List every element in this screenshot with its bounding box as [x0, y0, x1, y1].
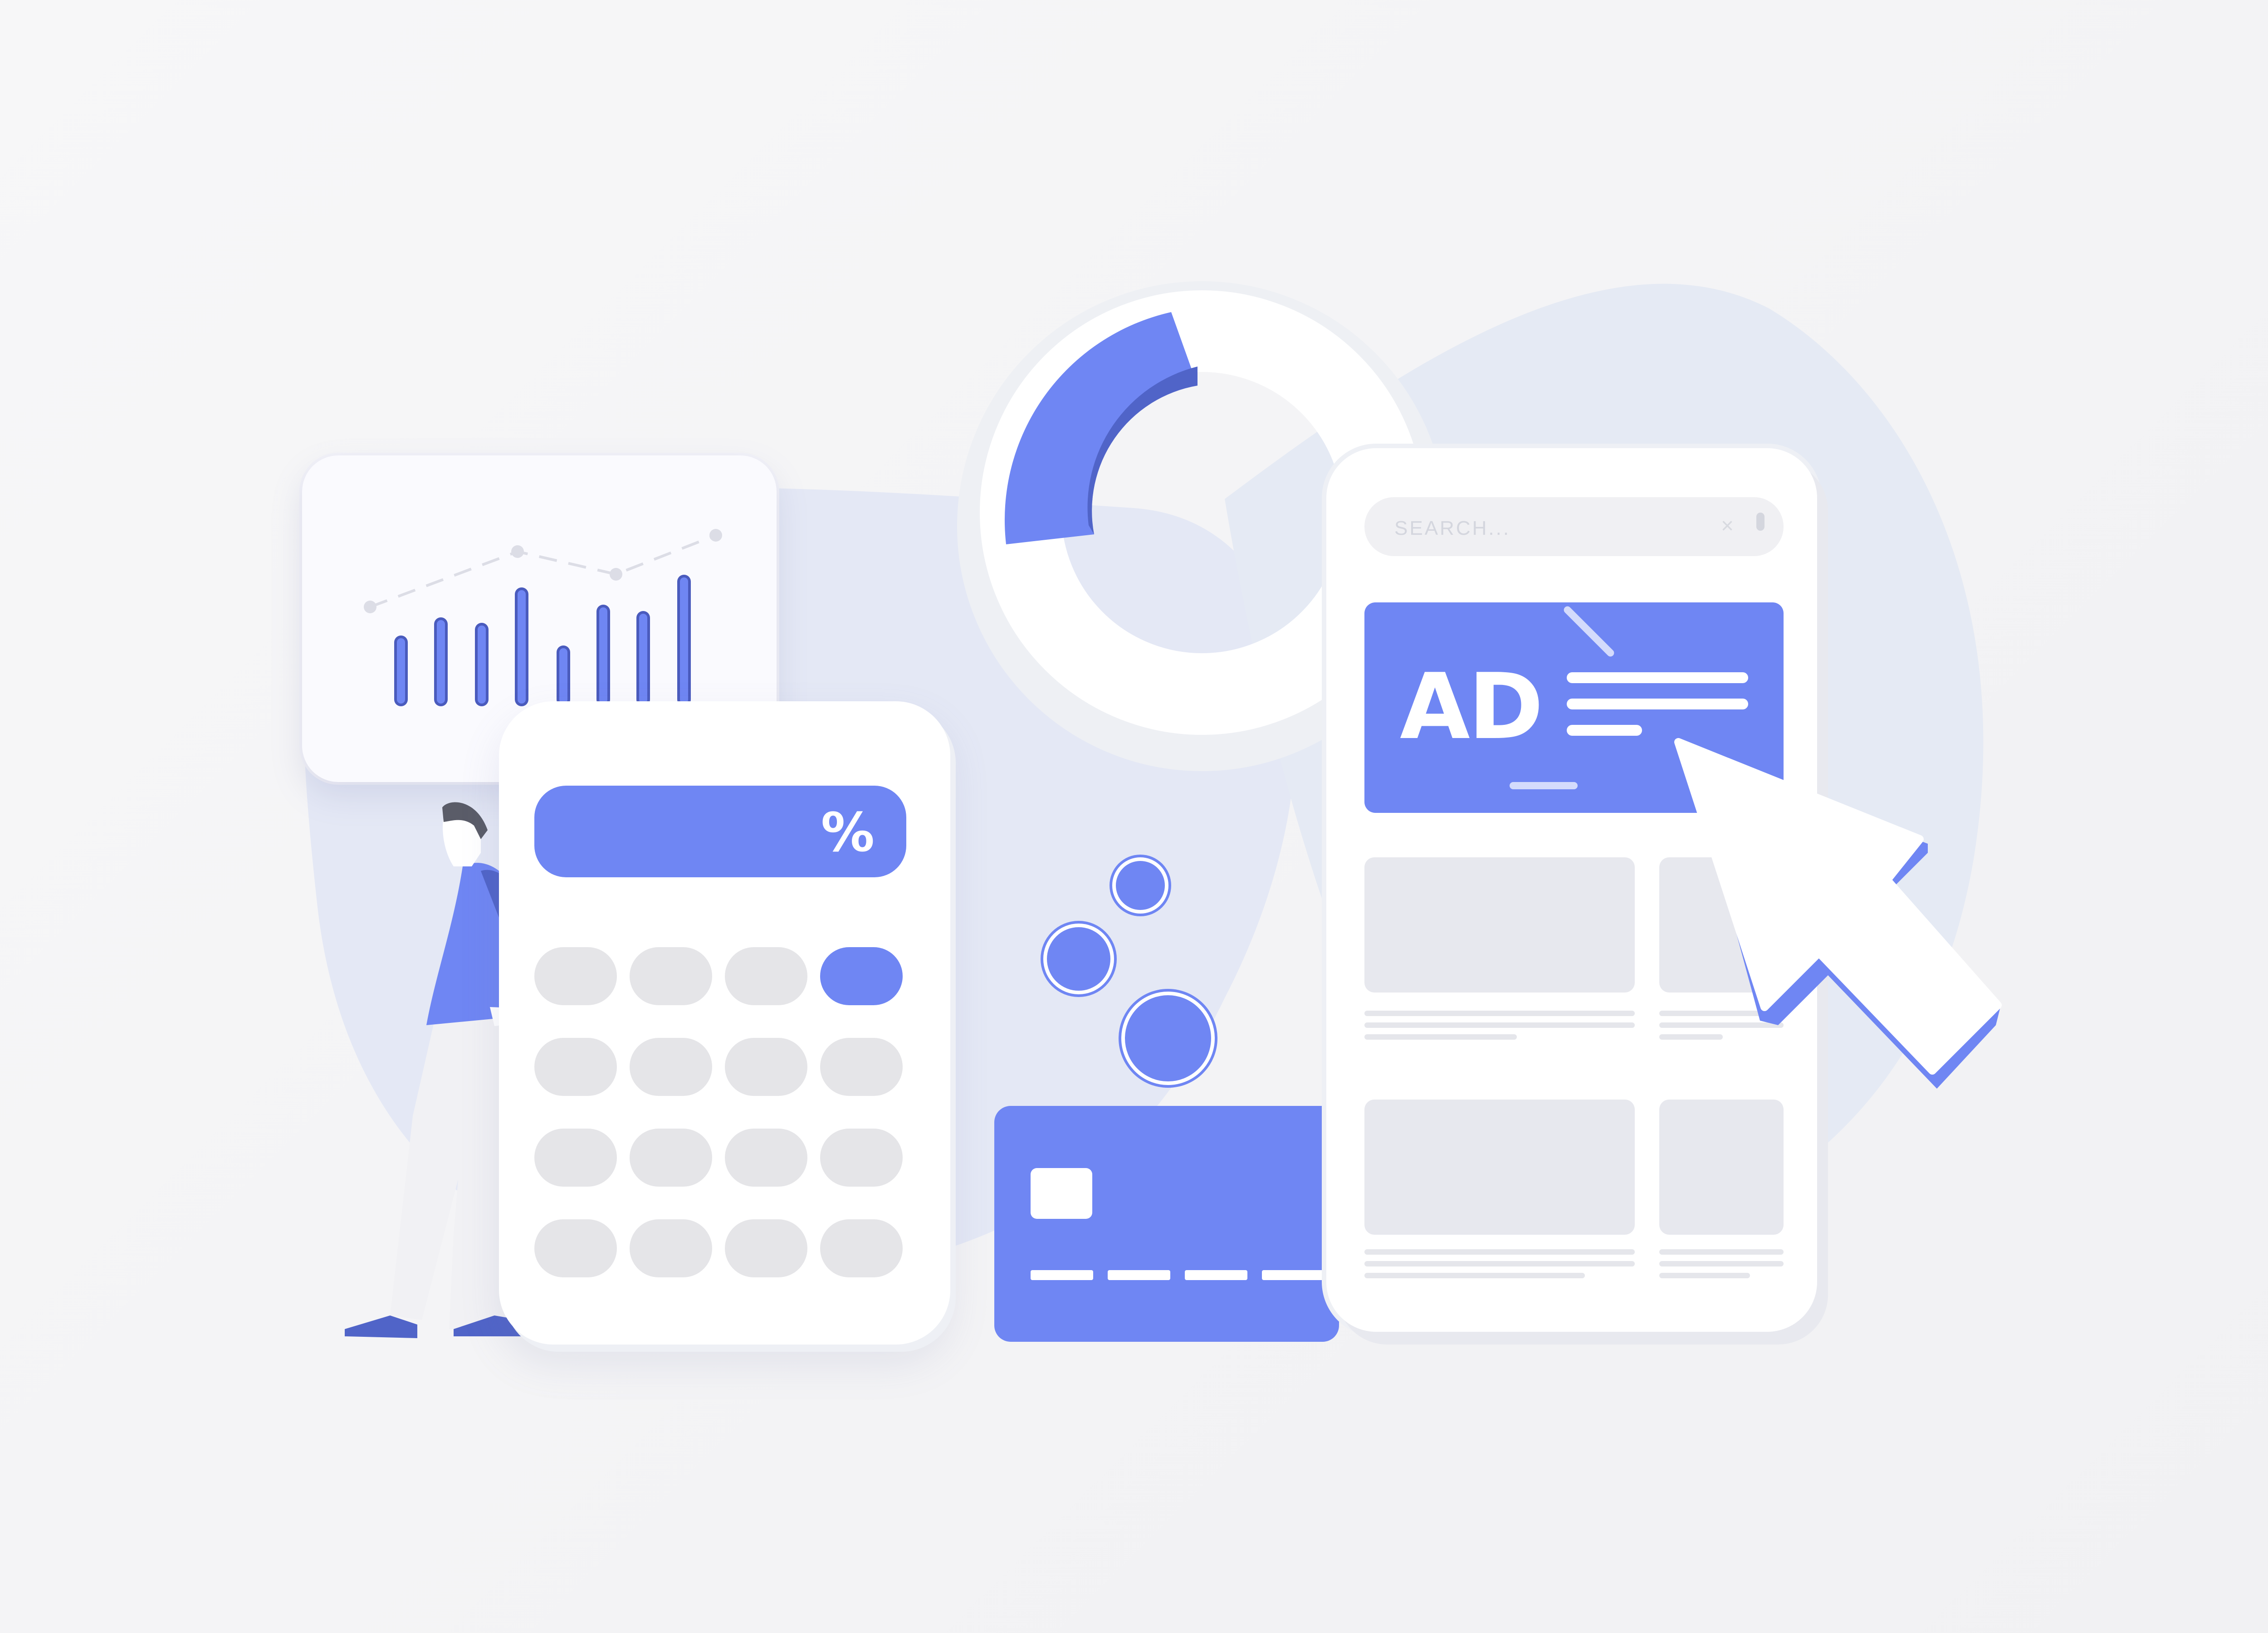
- cursor-body: [1674, 738, 2002, 1075]
- arrow-cursor-icon: [1674, 738, 2002, 1089]
